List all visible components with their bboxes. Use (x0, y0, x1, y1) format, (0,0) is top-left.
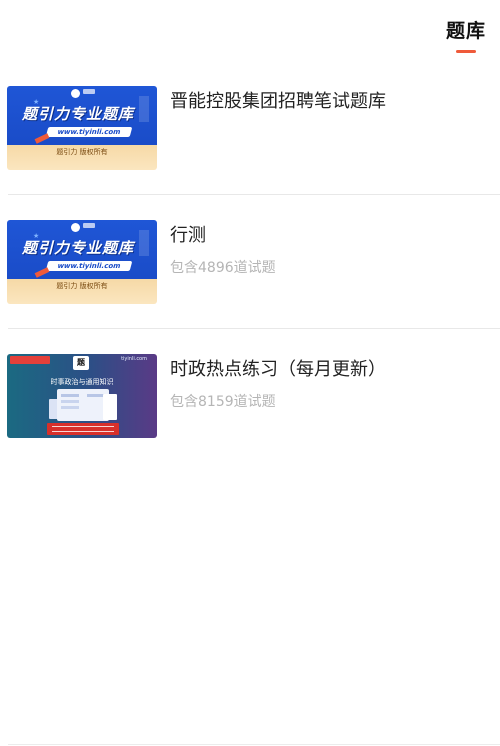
banner-subtitle: 时事政治与通用知识 (50, 378, 114, 386)
decoration-shape (139, 230, 149, 256)
logo-wordmark (83, 89, 95, 94)
logo-icon: 题 (73, 356, 89, 370)
item-title: 晋能控股集团招聘笔试题库 (170, 91, 386, 112)
active-tab-indicator (455, 50, 476, 53)
device-screen (57, 389, 109, 421)
item-thumbnail: 题 tiyinli.com 时事政治与通用知识 (7, 354, 157, 438)
item-thumbnail: ★ 题引力专业题库 www.tiyinli.com 题引力 版权所有 (7, 86, 157, 170)
item-title: 行测 (170, 225, 206, 246)
logo-wordmark (83, 223, 95, 228)
pencil-icon (34, 133, 50, 144)
banner-rights: 题引力 版权所有 (56, 282, 108, 290)
item-count: 包含4896道试题 (170, 260, 276, 276)
question-bank-list: ★ 题引力专业题库 www.tiyinli.com 题引力 版权所有 晋能控股集… (0, 60, 500, 462)
banner-headline: 题引力专业题库 (22, 105, 135, 123)
banner-url: www.tiyinli.com (45, 261, 133, 271)
bottom-divider (8, 744, 500, 745)
logo-icon (71, 89, 80, 98)
banner-site: tiyinli.com (121, 356, 147, 362)
pencil-icon (34, 267, 50, 278)
banner-tag (10, 356, 50, 364)
tab-label: 题库 (445, 20, 486, 42)
banner-rights: 题引力 版权所有 (56, 148, 108, 156)
list-item-current-affairs[interactable]: 题 tiyinli.com 时事政治与通用知识 时政热点练习（每月更新） 包含8… (0, 328, 500, 462)
list-item-jinneng[interactable]: ★ 题引力专业题库 www.tiyinli.com 题引力 版权所有 晋能控股集… (0, 60, 500, 194)
banner-red-strip (47, 423, 119, 435)
decoration-shape (139, 96, 149, 122)
list-item-xingce[interactable]: ★ 题引力专业题库 www.tiyinli.com 题引力 版权所有 行测 包含… (0, 194, 500, 328)
item-title: 时政热点练习（每月更新） (170, 359, 386, 380)
logo-icon (71, 223, 80, 232)
device-screen-right (103, 394, 117, 420)
top-header: 题库 (0, 0, 500, 60)
banner-headline: 题引力专业题库 (22, 239, 135, 257)
tab-question-bank[interactable]: 题库 (446, 16, 486, 53)
item-thumbnail: ★ 题引力专业题库 www.tiyinli.com 题引力 版权所有 (7, 220, 157, 304)
banner-url: www.tiyinli.com (45, 127, 133, 137)
item-count: 包含8159道试题 (170, 394, 276, 410)
